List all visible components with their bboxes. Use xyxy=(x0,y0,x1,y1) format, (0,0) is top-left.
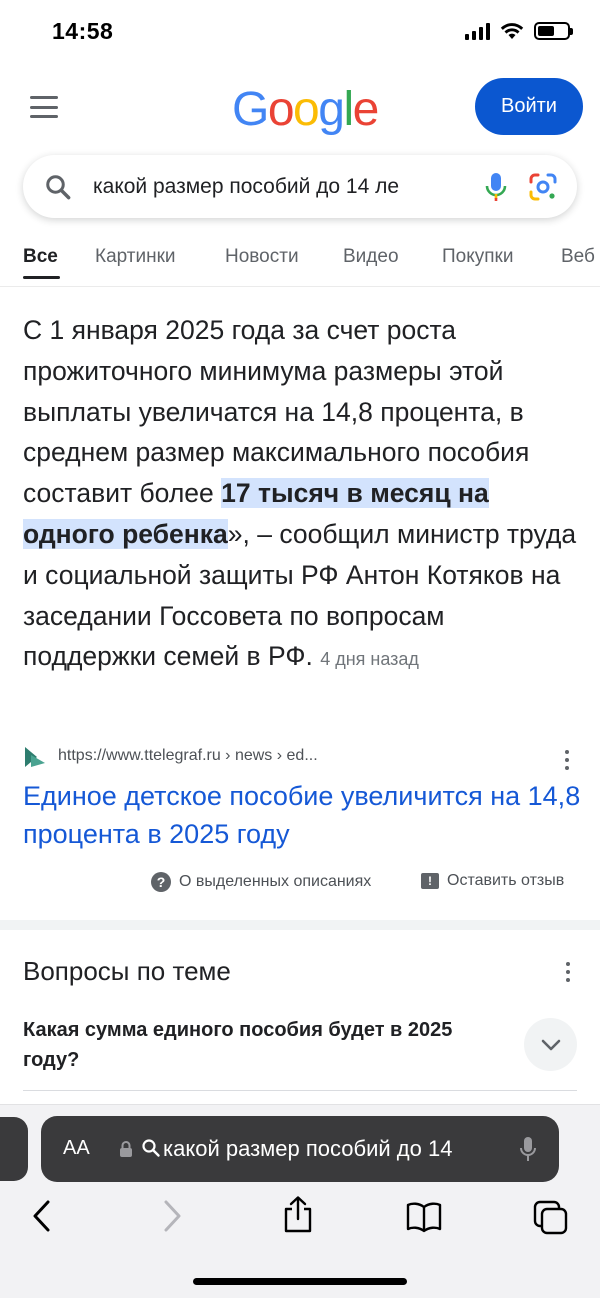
active-tab-underline xyxy=(23,276,60,279)
question-divider xyxy=(23,1090,577,1091)
safari-address-bar[interactable]: AA какой размер пособий до 14 xyxy=(41,1116,559,1182)
google-logo[interactable]: Google xyxy=(232,82,379,137)
status-bar: 14:58 xyxy=(0,0,600,66)
previous-tab-preview[interactable] xyxy=(0,1117,28,1181)
search-icon[interactable] xyxy=(43,172,73,202)
search-box[interactable]: какой размер пособий до 14 ле xyxy=(23,155,577,218)
result-source[interactable]: https://www.ttelegraf.ru › news › ed... xyxy=(23,743,578,773)
snippet-age: 4 дня назад xyxy=(320,649,419,670)
safari-toolbar: AA какой размер пособий до 14 xyxy=(0,1104,600,1298)
tab-shopping[interactable]: Покупки xyxy=(442,246,513,268)
share-icon[interactable] xyxy=(282,1195,314,1235)
feedback-icon: ! xyxy=(421,873,439,889)
status-icons xyxy=(465,22,573,40)
address-search-icon xyxy=(142,1139,160,1157)
back-arrow-icon[interactable] xyxy=(30,1198,54,1234)
feedback-link[interactable]: ! Оставить отзыв xyxy=(421,872,564,890)
reader-aa-button[interactable]: AA xyxy=(63,1137,90,1160)
search-tabs: Все Картинки Новости Видео Покупки Веб xyxy=(0,236,600,280)
result-more-options-icon[interactable] xyxy=(565,750,569,770)
expand-question-button[interactable] xyxy=(524,1018,577,1071)
related-questions-title: Вопросы по теме xyxy=(23,956,231,986)
chevron-down-icon xyxy=(541,1039,560,1050)
google-header: Google Войти xyxy=(0,66,600,152)
battery-icon xyxy=(534,22,573,40)
google-lens-icon[interactable] xyxy=(528,172,558,202)
tab-web[interactable]: Веб xyxy=(561,246,595,268)
tab-images[interactable]: Картинки xyxy=(95,246,176,268)
wifi-icon xyxy=(500,23,524,39)
sign-in-button[interactable]: Войти xyxy=(475,78,583,135)
tabs-overview-icon[interactable] xyxy=(533,1200,569,1236)
search-input[interactable]: какой размер пособий до 14 ле xyxy=(93,175,443,199)
snippet-footer: ? О выделенных описаниях ! Оставить отзы… xyxy=(0,872,600,900)
voice-search-icon[interactable] xyxy=(483,171,509,203)
result-title-link[interactable]: Единое детское пособие увеличится на 14,… xyxy=(23,777,583,853)
dictation-mic-icon[interactable] xyxy=(519,1135,537,1163)
status-time: 14:58 xyxy=(52,18,114,44)
bookmarks-icon[interactable] xyxy=(405,1201,443,1233)
related-question-item[interactable]: Какая сумма единого пособия будет в 2025… xyxy=(23,1015,493,1075)
cellular-signal-icon xyxy=(465,22,490,40)
site-favicon-icon xyxy=(25,747,45,767)
tabs-divider xyxy=(0,286,600,287)
related-questions-more-icon[interactable] xyxy=(566,962,570,982)
about-snippets-link[interactable]: ? О выделенных описаниях xyxy=(151,872,371,892)
lock-icon xyxy=(120,1141,132,1157)
source-url[interactable]: https://www.ttelegraf.ru › news › ed... xyxy=(58,747,318,765)
section-separator xyxy=(0,920,600,930)
address-text[interactable]: какой размер пособий до 14 xyxy=(163,1136,535,1162)
help-circle-icon: ? xyxy=(151,872,171,892)
tab-news[interactable]: Новости xyxy=(225,246,299,268)
forward-arrow-icon[interactable] xyxy=(160,1198,184,1234)
tab-videos[interactable]: Видео xyxy=(343,246,399,268)
home-indicator xyxy=(193,1278,407,1285)
tab-all[interactable]: Все xyxy=(23,246,58,268)
featured-snippet-text: С 1 января 2025 года за счет роста прожи… xyxy=(23,315,577,672)
hamburger-menu-icon[interactable] xyxy=(30,96,58,118)
